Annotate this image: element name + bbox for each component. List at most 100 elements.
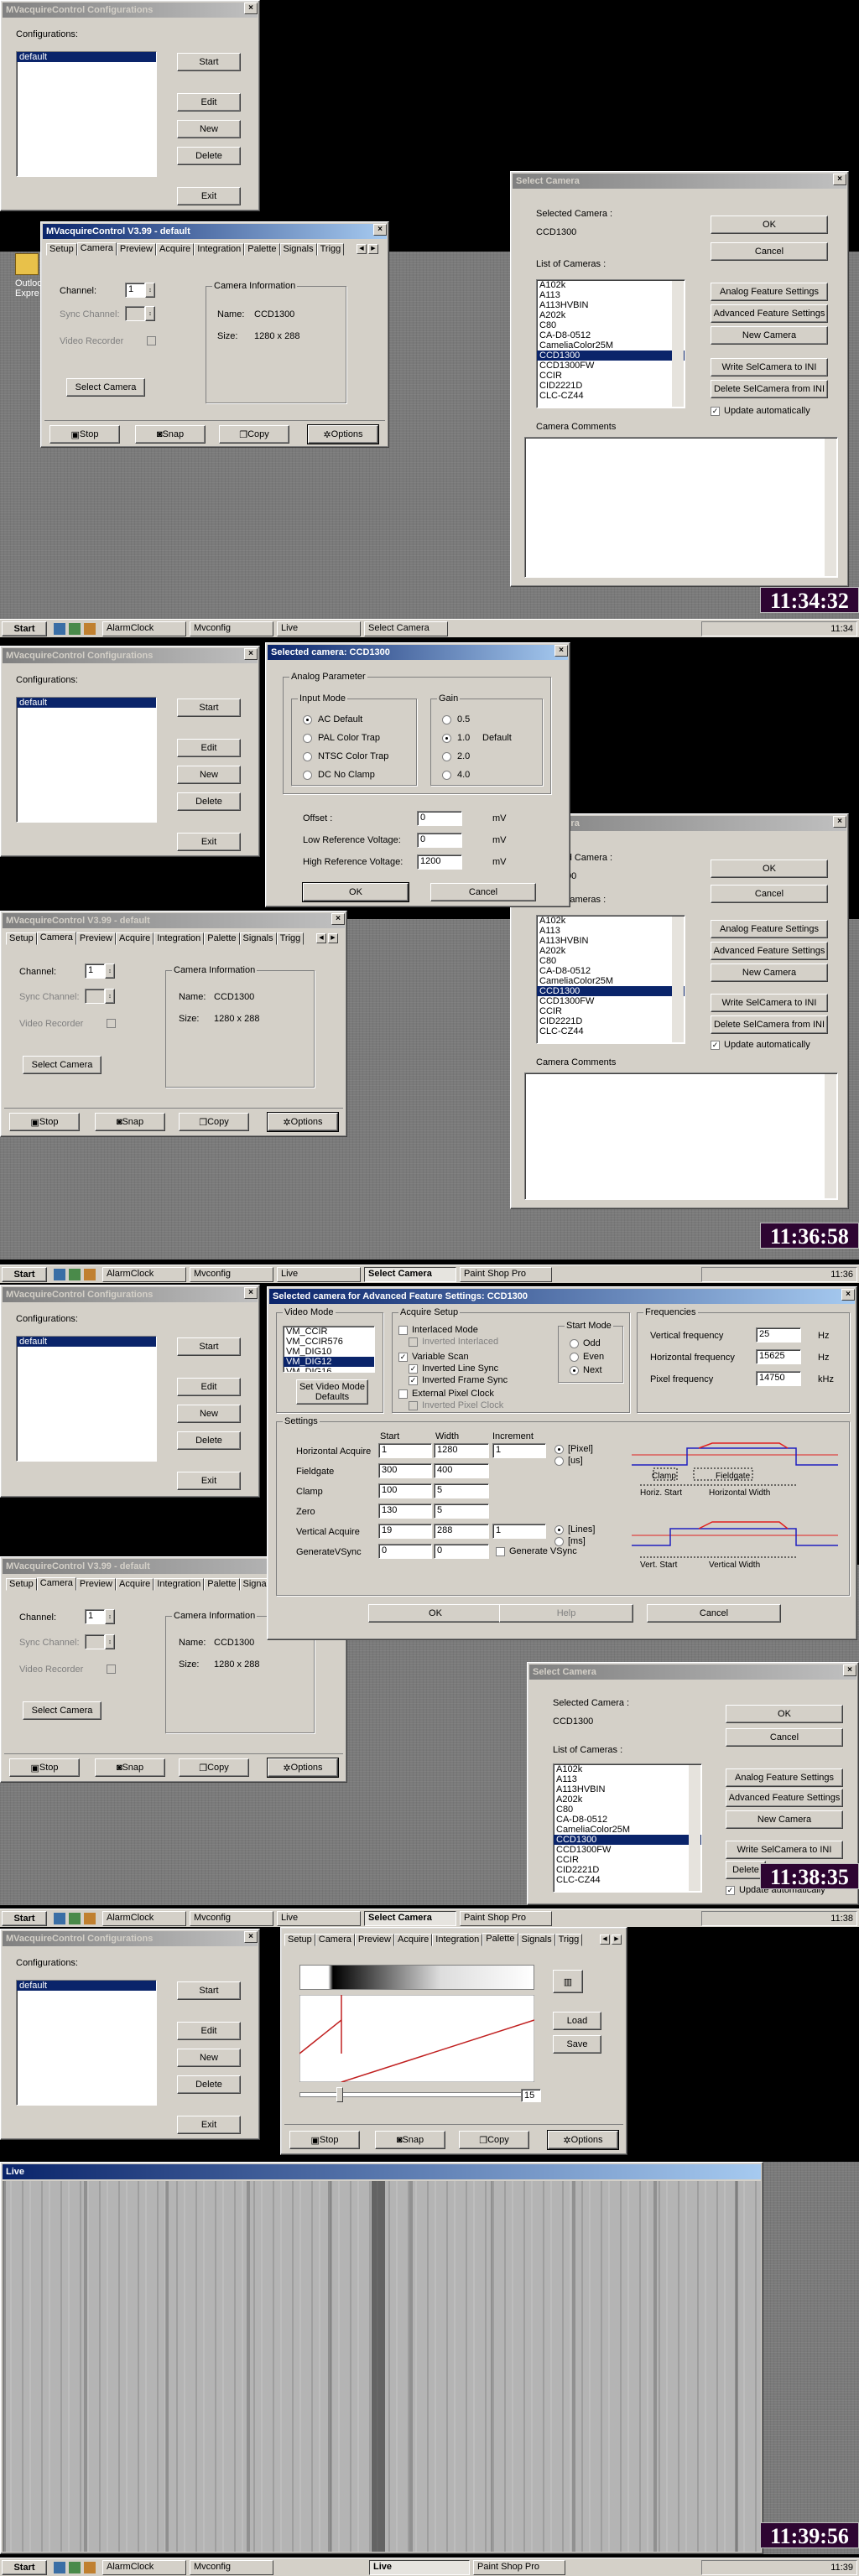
chevron-left-icon[interactable]: ◀ <box>600 1935 610 1945</box>
new-config-button[interactable]: New <box>177 2049 241 2067</box>
exit-config-button[interactable]: Exit <box>177 187 241 205</box>
start-mode-radio[interactable] <box>570 1353 579 1362</box>
settings-increment-input[interactable]: 1 <box>492 1443 546 1458</box>
delete-config-button[interactable]: Delete <box>177 792 241 811</box>
camera-list-item[interactable]: C80 <box>537 956 685 966</box>
options-button[interactable]: ✲ Options <box>267 1758 339 1778</box>
chevron-left-icon[interactable]: ◀ <box>357 244 367 254</box>
new-config-button[interactable]: New <box>177 766 241 784</box>
close-icon[interactable]: × <box>331 913 345 925</box>
interlaced-checkbox[interactable] <box>398 1326 408 1335</box>
gain-radio[interactable] <box>442 734 451 743</box>
tab-preview[interactable]: Preview <box>75 1578 116 1591</box>
new-config-button[interactable]: New <box>177 1405 241 1423</box>
camera-list-item[interactable]: CameliaColor25M <box>537 976 685 986</box>
video-recorder-checkbox[interactable] <box>107 1665 116 1674</box>
tab-camera[interactable]: Camera <box>36 1577 76 1591</box>
camera-list-item[interactable]: CCIR <box>554 1855 701 1865</box>
write-ini-button[interactable]: Write SelCamera to INI <box>711 358 828 377</box>
new-camera-button[interactable]: New Camera <box>711 326 828 345</box>
tab-preview[interactable]: Preview <box>116 243 156 256</box>
tab-camera[interactable]: Camera <box>315 1934 355 1946</box>
analog-settings-button[interactable]: Analog Feature Settings <box>726 1768 843 1787</box>
taskbar-paint-shop-pro[interactable]: Paint Shop Pro <box>460 1911 552 1926</box>
settings-increment-input[interactable]: 1 <box>492 1524 546 1539</box>
external-clock-checkbox[interactable] <box>398 1389 408 1399</box>
write-ini-button[interactable]: Write SelCamera to INI <box>711 994 828 1012</box>
taskbar-alarmclock[interactable]: AlarmClock <box>102 2560 186 2575</box>
taskbar-select-camera[interactable]: Select Camera <box>364 1267 456 1282</box>
taskbar-mvconfig[interactable]: Mvconfig <box>190 621 273 636</box>
edit-config-button[interactable]: Edit <box>177 739 241 757</box>
unit-radio-pixel[interactable] <box>554 1445 564 1454</box>
camera-list-item[interactable]: A113HVBIN <box>554 1784 701 1794</box>
update-auto-checkbox[interactable]: ✓ <box>726 1886 735 1895</box>
cancel-button[interactable]: Cancel <box>430 883 536 901</box>
channel-spin-icon[interactable]: ↕ <box>105 963 115 979</box>
exit-config-button[interactable]: Exit <box>177 2116 241 2134</box>
ok-button[interactable]: OK <box>368 1604 502 1623</box>
tab-camera[interactable]: Camera <box>76 242 117 256</box>
input-mode-radio[interactable] <box>303 715 312 724</box>
camera-list-item[interactable]: A113 <box>537 290 685 300</box>
video-recorder-checkbox[interactable] <box>147 336 156 345</box>
camera-list-item[interactable]: CID2221D <box>537 1016 685 1026</box>
tab-signals[interactable]: Signals <box>239 932 277 945</box>
settings-width-input[interactable]: 288 <box>434 1524 489 1539</box>
edit-config-button[interactable]: Edit <box>177 2022 241 2040</box>
channel-spin-icon[interactable]: ↕ <box>105 1609 115 1624</box>
video-recorder-checkbox[interactable] <box>107 1019 116 1028</box>
select-camera-button[interactable]: Select Camera <box>23 1056 102 1074</box>
start-button[interactable]: Start <box>2 1267 47 1282</box>
video-mode-list[interactable]: VM_CCIR VM_CCIR576 VM_DIG10 VM_DIG12 VM_DIG1… <box>283 1326 375 1373</box>
inverted-line-sync-checkbox[interactable]: ✓ <box>409 1364 418 1374</box>
sync-spin-icon[interactable]: ↕ <box>105 989 115 1004</box>
taskbar-select-camera[interactable]: Select Camera <box>364 1911 456 1926</box>
gain-radio[interactable] <box>442 752 451 761</box>
snap-button[interactable]: ◙ Snap <box>375 2131 445 2149</box>
configurations-list[interactable]: default <box>16 697 157 823</box>
camera-list-item[interactable]: A113HVBIN <box>537 300 685 310</box>
camera-list-item[interactable]: CCD1300FW <box>537 996 685 1006</box>
quicklaunch-icon[interactable] <box>69 1913 81 1924</box>
chevron-right-icon[interactable]: ▶ <box>612 1935 622 1945</box>
chevron-right-icon[interactable]: ▶ <box>328 933 338 943</box>
scrollbar[interactable] <box>672 281 684 407</box>
camera-list[interactable]: A102k A113 A113HVBIN A202k C80 CA-D8-0512 Came… <box>536 915 685 1044</box>
quicklaunch-icon[interactable] <box>69 623 81 635</box>
tab-signals[interactable]: Signals <box>279 243 317 256</box>
hfreq-input[interactable]: 15625 <box>756 1349 801 1364</box>
tab-integration[interactable]: Integration <box>432 1934 483 1946</box>
ok-button[interactable]: OK <box>711 216 828 234</box>
camera-list-item[interactable]: A102k <box>537 916 685 926</box>
unit-radio-us[interactable] <box>554 1457 564 1466</box>
tab-setup[interactable]: Setup <box>284 1934 315 1946</box>
inverted-interlaced-checkbox[interactable] <box>409 1337 418 1347</box>
advanced-settings-button[interactable]: Advanced Feature Settings <box>711 942 828 960</box>
input-mode-radio[interactable] <box>303 771 312 780</box>
camera-list[interactable]: A102k A113 A113HVBIN A202k C80 CA-D8-0512 Came… <box>553 1763 702 1893</box>
unit-radio-lines[interactable] <box>554 1525 564 1535</box>
camera-list-item[interactable]: A202k <box>554 1794 701 1805</box>
outlook-express-icon[interactable] <box>15 253 39 275</box>
config-item[interactable]: default <box>17 1337 156 1347</box>
camera-list-item[interactable]: CA-D8-0512 <box>537 966 685 976</box>
generate-vsync-checkbox[interactable] <box>496 1547 505 1556</box>
video-mode-item[interactable]: VM_CCIR <box>284 1327 374 1337</box>
delete-config-button[interactable]: Delete <box>177 147 241 165</box>
quicklaunch-icon[interactable] <box>84 1913 96 1924</box>
start-button[interactable]: Start <box>2 2560 47 2575</box>
chevron-left-icon[interactable]: ◀ <box>316 933 326 943</box>
camera-list-item[interactable]: CLC-CZ44 <box>537 391 685 401</box>
camera-list-item[interactable]: A113 <box>537 926 685 936</box>
cancel-button[interactable]: Cancel <box>711 242 828 261</box>
new-camera-button[interactable]: New Camera <box>711 963 828 982</box>
close-icon[interactable]: × <box>244 1287 258 1299</box>
copy-button[interactable]: ❐ Copy <box>179 1758 249 1777</box>
advanced-settings-button[interactable]: Advanced Feature Settings <box>711 304 828 323</box>
configurations-list[interactable]: default <box>16 1336 157 1462</box>
taskbar-mvconfig[interactable]: Mvconfig <box>190 1911 273 1926</box>
tab-acquire[interactable]: Acquire <box>156 243 195 256</box>
close-icon[interactable]: × <box>833 174 846 185</box>
taskbar-mvconfig[interactable]: Mvconfig <box>190 1267 273 1282</box>
